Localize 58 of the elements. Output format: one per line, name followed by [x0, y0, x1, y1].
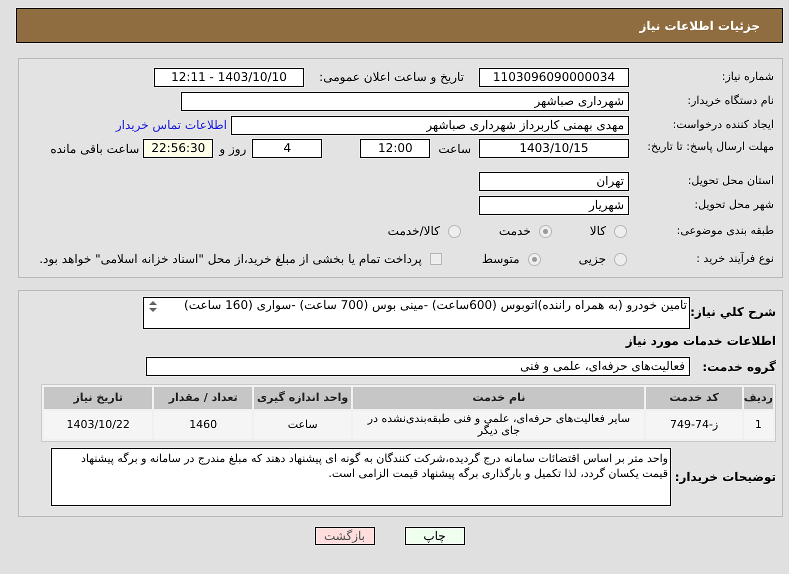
text-field[interactable]: شهریار	[479, 196, 629, 214]
field-label: ایجاد کننده درخواست:	[672, 116, 774, 133]
section-title: اطلاعات خدمات مورد نیاز	[626, 333, 776, 350]
radio-button[interactable]	[528, 252, 541, 266]
notes-field[interactable]: واحد متر بر اساس اقتضائات سامانه درج گردیده،شرکت کنندگان به گونه ای پیشنهاد دهند که مبلغ مندرج در سامانه و برگه پیشنهاد قیمت یکسان گردد، لذا تکمیل و بارگذاری برگه پیشنهاد قیمت الزامی است.	[51, 448, 671, 506]
text-field[interactable]: شهرداری صباشهر	[181, 92, 629, 110]
column-header: ردیف	[744, 387, 773, 409]
radio-button[interactable]	[614, 224, 627, 238]
column-header: نام خدمت	[353, 387, 644, 409]
checkbox[interactable]	[430, 253, 442, 265]
field-label: مهلت ارسال پاسخ: تا تاریخ:	[646, 139, 774, 155]
radio-button[interactable]	[448, 224, 461, 238]
radio-label: جزیی	[578, 251, 606, 268]
column-header: کد خدمت	[646, 387, 742, 409]
radio-button[interactable]	[538, 224, 552, 238]
field-label: توضیحات خریدار:	[674, 469, 776, 486]
field-label: نوع فرآیند خرید :	[695, 250, 774, 267]
field-label: ساعت باقی مانده	[50, 141, 140, 158]
table-cell: 1460	[154, 411, 252, 439]
field-label: شرح کلي نیاز:	[690, 304, 776, 321]
text-field[interactable]: 1403/10/10 - 12:11	[154, 68, 304, 86]
checkbox-label: پرداخت تمام یا بخشی از مبلغ خرید،از محل "اسناد خزانه اسلامی" خواهد بود.	[39, 251, 422, 268]
column-header: تعداد / مقدار	[154, 387, 252, 409]
text-field[interactable]: 4	[252, 139, 322, 158]
print-button[interactable]: چاپ	[404, 527, 464, 545]
description-field[interactable]: تامین خودرو (به همراه راننده)اتوبوس (600ساعت) -مینی بوس (700 ساعت) -سواری (160 ساعت)	[143, 297, 690, 329]
table-cell: 1403/10/22	[44, 411, 152, 439]
field-label: گروه خدمت:	[701, 358, 776, 376]
back-button[interactable]: بازگشت	[314, 527, 374, 545]
field-label: شماره نیاز:	[720, 68, 774, 85]
field-label: روز و	[219, 141, 246, 158]
column-header: تاریخ نیاز	[44, 387, 152, 409]
field-label: شهر محل تحویل:	[693, 196, 774, 213]
radio-button[interactable]	[614, 252, 627, 266]
text-field[interactable]: 1103096090000034	[479, 68, 629, 86]
text-field[interactable]: مهدی بهمنی کاربرداز شهرداری صباشهر	[231, 116, 629, 134]
field-label: تاریخ و ساعت اعلان عمومی:	[318, 69, 464, 86]
field-label: ساعت	[438, 141, 471, 158]
field-label: نام دستگاه خریدار:	[686, 92, 774, 109]
page-title: جزئیات اطلاعات نیاز	[639, 18, 760, 34]
scroll-arrows-icon	[148, 300, 158, 314]
radio-label: خدمت	[498, 223, 531, 240]
column-header: واحد اندازه گیری	[254, 387, 352, 409]
text-field[interactable]: 22:56:30	[143, 139, 214, 158]
field-label: طبقه بندی موضوعی:	[676, 222, 774, 239]
text-field[interactable]: تهران	[479, 172, 629, 190]
text-field[interactable]: 1403/10/15	[479, 139, 629, 158]
table-cell: 1	[744, 411, 773, 439]
radio-label: کالا	[590, 223, 606, 240]
text-field[interactable]: 12:00	[360, 139, 430, 158]
table-cell: ساعت	[254, 411, 352, 439]
field-label: استان محل تحویل:	[686, 172, 774, 189]
text-field[interactable]: فعالیت‌های حرفه‌ای، علمی و فنی	[146, 357, 690, 376]
table-cell: سایر فعالیت‌های حرفه‌ای، علمی و فنی طبقه‌بندی‌نشده در جای دیگر	[353, 411, 644, 439]
table-cell: ز-74-749	[646, 411, 742, 439]
contact-link[interactable]: اطلاعات تماس خریدار	[116, 116, 227, 134]
radio-label: کالا/خدمت	[388, 223, 440, 240]
radio-label: متوسط	[482, 251, 520, 268]
